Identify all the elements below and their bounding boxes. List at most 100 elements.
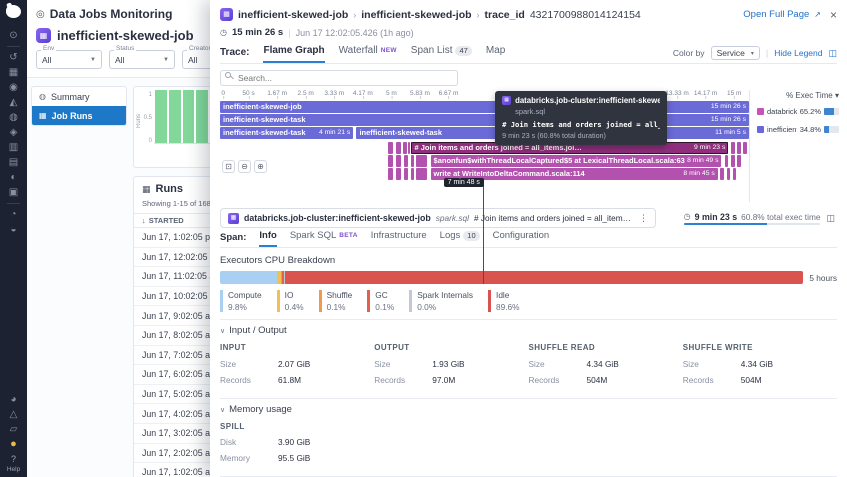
filter-select[interactable]: Env All ▼ <box>36 50 102 69</box>
span-tab[interactable]: Spark SQL BETA <box>290 230 358 247</box>
reset-zoom-button[interactable]: ⊡ <box>222 160 235 173</box>
collapse-panel-icon[interactable]: ◫ <box>826 213 835 224</box>
labs-icon[interactable]: △ <box>0 407 27 422</box>
legend-item[interactable]: databricks.job-... 65.2% <box>757 107 839 116</box>
ci-icon[interactable]: ◕ <box>0 392 27 407</box>
orgs-icon[interactable]: ▱ <box>0 422 27 437</box>
flame-span[interactable]: $anonfun$withThreadLocalCaptured$5 at Le… <box>431 155 722 167</box>
flame-span[interactable] <box>727 168 731 180</box>
hide-legend-link[interactable]: Hide Legend <box>774 48 822 58</box>
network-icon[interactable]: ◈ <box>0 125 27 140</box>
memory-usage-header[interactable]: ∨ Memory usage <box>220 404 837 415</box>
infrastructure-icon[interactable]: ◍ <box>0 110 27 125</box>
synthetics-icon[interactable]: ◒ <box>0 222 27 237</box>
span-tab[interactable]: Info <box>259 230 276 247</box>
chart-bar[interactable] <box>154 90 167 143</box>
run-started: Jun 17, 7:02:05 am <box>142 350 217 360</box>
flame-span[interactable] <box>396 155 401 167</box>
flame-span[interactable] <box>733 168 737 180</box>
flame-span[interactable]: inefficient-skewed-task 15 min 26 s <box>220 114 749 126</box>
app-title: Data Jobs Monitoring <box>50 7 173 21</box>
flame-span[interactable] <box>411 155 414 167</box>
flame-span[interactable]: inefficient-skewed-task 4 min 21 s <box>220 127 353 139</box>
chart-bar[interactable] <box>182 90 195 143</box>
flame-span[interactable] <box>731 155 735 167</box>
flame-span[interactable] <box>396 168 401 180</box>
search-icon[interactable]: ⊙ <box>0 28 27 43</box>
external-link-icon[interactable]: ↗ <box>814 10 821 19</box>
apm-icon[interactable]: ◉ <box>0 80 27 95</box>
flame-span[interactable] <box>396 142 402 154</box>
sort-icon[interactable]: ↓ <box>142 216 146 225</box>
breadcrumb-job[interactable]: inefficient-skewed-job <box>238 9 348 21</box>
watchdog-icon[interactable]: ↺ <box>0 50 27 65</box>
run-started: Jun 17, 2:02:05 am <box>142 448 217 458</box>
flame-span[interactable] <box>403 142 407 154</box>
monitors-icon[interactable]: ▥ <box>0 140 27 155</box>
flame-span[interactable] <box>731 142 735 154</box>
legend-item[interactable]: inefficient-ske... 34.8% <box>757 125 839 134</box>
sidebar-nav-item[interactable]: ▦ Job Runs <box>32 106 126 125</box>
flame-span[interactable] <box>404 168 408 180</box>
flame-span[interactable] <box>416 168 428 180</box>
rail-divider[interactable] <box>7 46 20 47</box>
flame-span[interactable] <box>743 142 747 154</box>
flame-span[interactable] <box>388 142 393 154</box>
rail-divider[interactable] <box>7 203 20 204</box>
color-by-select[interactable]: Service ▾ <box>711 46 760 60</box>
run-started: Jun 17, 4:02:05 am <box>142 409 217 419</box>
dashboards-icon[interactable]: ▦ <box>0 65 27 80</box>
trace-tab[interactable]: Span List 47 <box>411 45 472 63</box>
close-icon[interactable]: × <box>830 8 837 22</box>
flame-span[interactable] <box>737 142 741 154</box>
search-input[interactable] <box>220 70 458 86</box>
run-started: Jun 17, 5:02:05 am <box>142 389 217 399</box>
zoom-out-button[interactable]: ⊖ <box>238 160 251 173</box>
flame-span[interactable] <box>388 168 393 180</box>
input-output-header[interactable]: ∨ Input / Output <box>220 325 837 336</box>
span-tab[interactable]: Logs 10 <box>440 230 480 247</box>
open-full-page-link[interactable]: Open Full Page <box>743 9 809 20</box>
account-icon[interactable]: ● <box>0 437 27 452</box>
filter-select[interactable]: Status All ▼ <box>109 50 175 69</box>
zoom-in-button[interactable]: ⊕ <box>254 160 267 173</box>
span-tab[interactable]: Configuration <box>493 230 550 247</box>
span-exec-percent: 60.8% total exec time <box>741 212 820 222</box>
runs-col-started[interactable]: STARTED <box>149 216 184 225</box>
sidebar-nav-item[interactable]: ◍ Summary <box>32 87 126 106</box>
chart-bar[interactable] <box>168 90 181 143</box>
trace-meta: ◷ 15 min 26 s | Jun 17 12:02:05.426 (1h … <box>220 25 837 40</box>
flame-span[interactable]: inefficient-skewed-job 15 min 26 s <box>220 101 749 113</box>
security-icon[interactable]: ▣ <box>0 185 27 200</box>
datadog-logo-icon[interactable] <box>6 5 21 18</box>
span-tab[interactable]: Infrastructure <box>371 230 427 247</box>
legend-panel-icon[interactable]: ◫ <box>828 48 837 59</box>
span-summary[interactable]: ▦ databricks.job-cluster:inefficient-ske… <box>220 208 656 228</box>
axis-tick: 2.5 m <box>298 90 314 97</box>
trace-tab[interactable]: Map <box>486 45 505 63</box>
cpu-legend-item: IO 0.4% <box>277 290 304 312</box>
integrations-icon[interactable]: ◐ <box>0 170 27 185</box>
flame-span[interactable] <box>408 142 410 154</box>
flame-span[interactable] <box>411 168 414 180</box>
span-label: write at WriteIntoDeltaCommand.scala:114 <box>434 169 585 178</box>
flame-span[interactable] <box>388 155 393 167</box>
breadcrumb-run[interactable]: inefficient-skewed-job <box>361 9 471 21</box>
legend-sort-header[interactable]: % Exec Time ▾ <box>757 91 839 100</box>
chart-bar[interactable] <box>195 90 208 143</box>
trace-tab[interactable]: Waterfall NEW <box>339 45 397 63</box>
error-tracking-icon[interactable]: ◭ <box>0 95 27 110</box>
flame-span[interactable] <box>720 168 724 180</box>
kebab-menu-icon[interactable]: ⋮ <box>639 213 648 224</box>
trace-tab[interactable]: Flame Graph <box>263 45 324 63</box>
tab-badge: NEW <box>381 47 397 54</box>
chevron-down-icon: ▾ <box>751 50 754 57</box>
metrics-icon[interactable]: ◔ <box>0 207 27 222</box>
service-icon: ▦ <box>502 96 511 105</box>
flame-span[interactable] <box>404 155 408 167</box>
logs-icon[interactable]: ▤ <box>0 155 27 170</box>
flame-span[interactable] <box>416 155 428 167</box>
help-button[interactable]: ? Help <box>7 454 20 474</box>
flame-span[interactable] <box>725 155 729 167</box>
flame-span[interactable] <box>737 155 741 167</box>
